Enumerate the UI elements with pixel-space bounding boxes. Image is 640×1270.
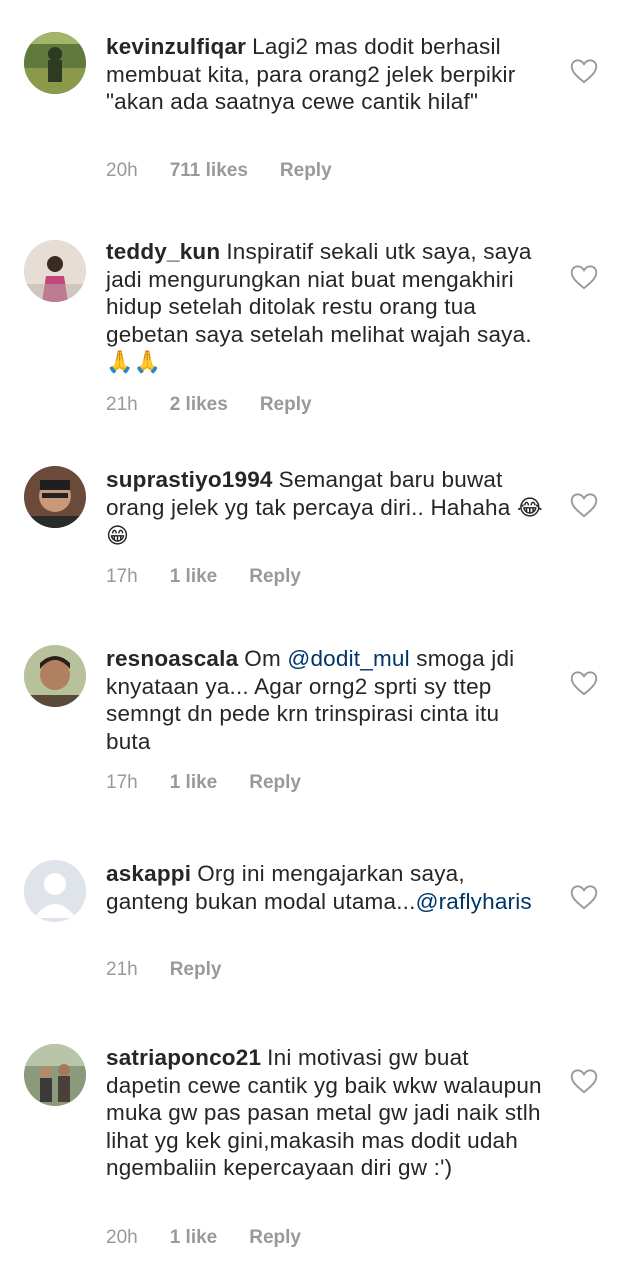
timestamp: 17h xyxy=(106,566,138,587)
comment-text: teddy_kun Inspiratif sekali utk saya, say… xyxy=(106,238,546,377)
reply-button[interactable]: Reply xyxy=(249,772,301,794)
heart-icon[interactable] xyxy=(570,264,598,290)
avatar[interactable] xyxy=(24,466,86,528)
comment-text: kevinzulfiqar Lagi2 mas dodit berhasil me… xyxy=(106,33,546,116)
reply-button[interactable]: Reply xyxy=(249,566,301,588)
heart-icon[interactable] xyxy=(570,1068,598,1094)
comment-meta: 20h 711 likes Reply xyxy=(106,160,332,182)
avatar[interactable] xyxy=(24,32,86,94)
comment-text: suprastiyo1994 Semangat baru buwat orang … xyxy=(106,466,546,551)
comment-meta: 21h 2 likes Reply xyxy=(106,394,312,416)
comment-meta: 20h 1 like Reply xyxy=(106,1227,301,1249)
likes-count[interactable]: 1 like xyxy=(170,1227,218,1249)
reply-button[interactable]: Reply xyxy=(249,1227,301,1249)
username[interactable]: teddy_kun xyxy=(106,239,220,264)
comment-text: askappi Org ini mengajarkan saya, ganteng… xyxy=(106,860,546,915)
username[interactable]: askappi xyxy=(106,861,191,886)
mention-link[interactable]: @raflyharis xyxy=(416,889,532,914)
likes-count[interactable]: 1 like xyxy=(170,566,218,588)
timestamp: 17h xyxy=(106,772,138,793)
comment-text: satriaponco21 Ini motivasi gw buat dapeti… xyxy=(106,1044,546,1182)
heart-icon[interactable] xyxy=(570,58,598,84)
avatar[interactable] xyxy=(24,645,86,707)
timestamp: 21h xyxy=(106,394,138,415)
username[interactable]: satriaponco21 xyxy=(106,1045,261,1070)
timestamp: 21h xyxy=(106,959,138,980)
comment-meta: 17h 1 like Reply xyxy=(106,566,301,588)
heart-icon[interactable] xyxy=(570,492,598,518)
likes-count[interactable]: 1 like xyxy=(170,772,218,794)
mention-link[interactable]: @dodit_mul xyxy=(287,646,409,671)
reply-button[interactable]: Reply xyxy=(260,394,312,416)
username[interactable]: suprastiyo1994 xyxy=(106,467,273,492)
comment-text: resnoascala Om @dodit_mul smoga jdi knyat… xyxy=(106,645,546,755)
likes-count[interactable]: 2 likes xyxy=(170,394,228,416)
comment-body: Om xyxy=(244,646,281,671)
timestamp: 20h xyxy=(106,160,138,181)
avatar[interactable] xyxy=(24,240,86,302)
comment-meta: 17h 1 like Reply xyxy=(106,772,301,794)
reply-button[interactable]: Reply xyxy=(280,160,332,182)
likes-count[interactable]: 711 likes xyxy=(170,160,248,182)
emoji: 🙏🙏 xyxy=(106,350,162,375)
avatar[interactable] xyxy=(24,1044,86,1106)
heart-icon[interactable] xyxy=(570,884,598,910)
avatar[interactable] xyxy=(24,860,86,922)
username[interactable]: resnoascala xyxy=(106,646,238,671)
heart-icon[interactable] xyxy=(570,670,598,696)
reply-button[interactable]: Reply xyxy=(170,959,222,981)
timestamp: 20h xyxy=(106,1227,138,1248)
username[interactable]: kevinzulfiqar xyxy=(106,34,246,59)
comment-meta: 21h Reply xyxy=(106,959,221,981)
